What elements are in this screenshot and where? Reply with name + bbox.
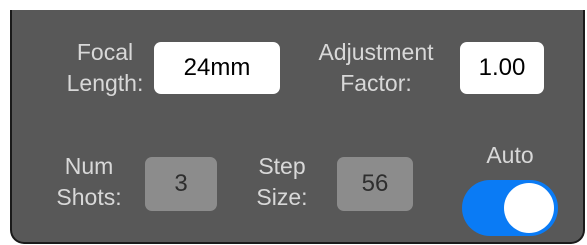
focal-length-label: Focal Length: [66,39,144,96]
step-size-label: Step Size: [256,153,308,210]
auto-label: Auto [486,142,534,168]
auto-toggle[interactable] [462,180,558,236]
adjustment-factor-label: Adjustment Factor: [318,39,434,96]
adjustment-factor-input[interactable] [460,42,544,94]
num-shots-label: Num Shots: [56,153,122,210]
step-size-value: 56 [337,157,413,211]
num-shots-value: 3 [145,157,217,211]
focal-length-input[interactable] [154,42,280,94]
toggle-knob [504,183,554,233]
